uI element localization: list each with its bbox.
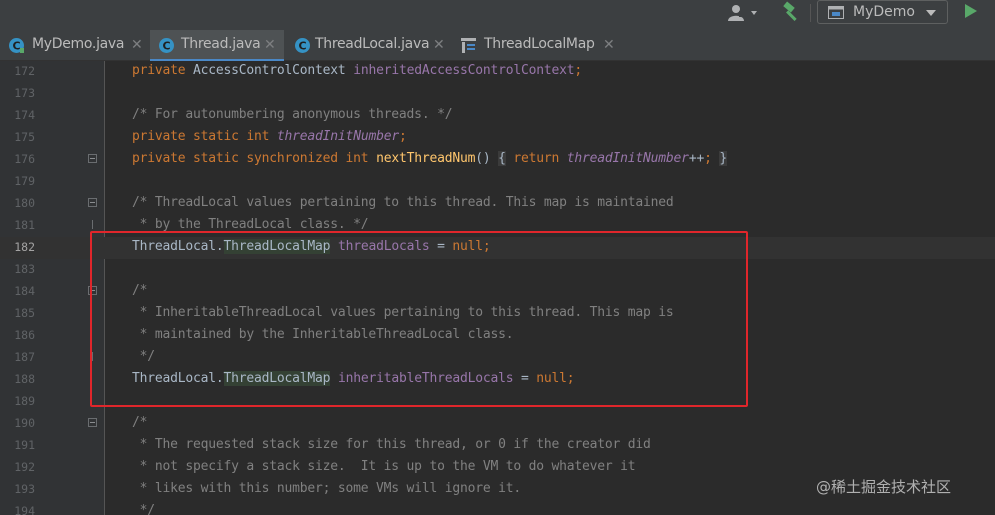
code-text: /* ThreadLocal values pertaining to this… <box>132 195 674 210</box>
run-configuration-select[interactable]: MyDemo <box>817 0 948 24</box>
tab-mydemo[interactable]: C MyDemo.java ✕ <box>0 30 148 61</box>
main-toolbar: MyDemo <box>0 0 995 30</box>
fold-toggle-icon[interactable] <box>88 418 97 427</box>
code-line: 176 private static synchronized int next… <box>0 149 995 171</box>
line-number: 184 <box>14 284 35 298</box>
user-icon[interactable] <box>727 3 761 23</box>
tab-threadlocalmap[interactable]: ThreadLocalMap ✕ <box>456 30 622 61</box>
code-text: /* <box>132 415 148 430</box>
code-line: 172 private AccessControlContext inherit… <box>0 61 995 83</box>
line-number: 190 <box>14 416 35 430</box>
svg-text:C: C <box>162 40 170 53</box>
fold-end-icon[interactable] <box>88 220 97 229</box>
code-text: private AccessControlContext inheritedAc… <box>132 63 583 78</box>
line-number: 174 <box>14 108 35 122</box>
code-editor[interactable]: 172 private AccessControlContext inherit… <box>0 61 995 515</box>
line-number: 194 <box>14 504 35 515</box>
code-text: private static synchronized int nextThre… <box>132 151 727 166</box>
java-class-icon: C <box>159 38 174 53</box>
close-icon[interactable]: ✕ <box>433 37 445 53</box>
java-class-icon: C <box>9 38 24 53</box>
tab-label: MyDemo.java <box>32 36 125 52</box>
code-text: */ <box>132 503 155 515</box>
code-line: 191 * The requested stack size for this … <box>0 435 995 457</box>
line-number: 192 <box>14 460 35 474</box>
structure-icon <box>461 38 476 53</box>
build-hammer-icon[interactable] <box>781 1 803 23</box>
code-text: * The requested stack size for this thre… <box>132 437 651 452</box>
line-number: 186 <box>14 328 35 342</box>
line-number: 176 <box>14 152 35 166</box>
line-number: 189 <box>14 394 35 408</box>
code-line: 173 <box>0 83 995 105</box>
line-number: 175 <box>14 130 35 144</box>
code-text: * by the ThreadLocal class. */ <box>132 217 369 232</box>
editor-tabs: C MyDemo.java ✕ C Thread.java ✕ C Thread… <box>0 30 995 62</box>
code-text: private static int threadInitNumber; <box>132 129 407 144</box>
svg-text:C: C <box>12 40 20 53</box>
line-number: 172 <box>14 64 35 78</box>
line-number: 182 <box>14 240 35 254</box>
chevron-down-icon <box>926 10 936 16</box>
java-class-icon: C <box>295 38 310 53</box>
code-line: 194 */ <box>0 501 995 515</box>
line-number: 183 <box>14 262 35 276</box>
code-text: * likes with this number; some VMs will … <box>132 481 522 496</box>
svg-text:C: C <box>298 40 306 53</box>
code-text: /* For autonumbering anonymous threads. … <box>132 107 453 122</box>
close-icon[interactable]: ✕ <box>264 37 276 53</box>
tab-thread[interactable]: C Thread.java ✕ <box>150 30 284 62</box>
line-number: 185 <box>14 306 35 320</box>
tab-label: ThreadLocal.java <box>315 36 430 52</box>
tab-threadlocal[interactable]: C ThreadLocal.java ✕ <box>286 30 454 61</box>
red-highlight-box <box>90 231 748 407</box>
code-line: 174 /* For autonumbering anonymous threa… <box>0 105 995 127</box>
watermark: @稀土掘金技术社区 <box>816 478 952 496</box>
fold-toggle-icon[interactable] <box>88 154 97 163</box>
application-icon <box>828 6 844 19</box>
line-number: 173 <box>14 86 35 100</box>
line-number: 179 <box>14 174 35 188</box>
toolbar-separator <box>810 4 811 22</box>
line-number: 188 <box>14 372 35 386</box>
line-number: 191 <box>14 438 35 452</box>
code-line: 179 <box>0 171 995 193</box>
tab-label: ThreadLocalMap <box>484 36 595 52</box>
close-icon[interactable]: ✕ <box>603 37 615 53</box>
code-line: 175 private static int threadInitNumber; <box>0 127 995 149</box>
fold-toggle-icon[interactable] <box>88 198 97 207</box>
code-text: * not specify a stack size. It is up to … <box>132 459 636 474</box>
close-icon[interactable]: ✕ <box>131 37 143 53</box>
line-number: 181 <box>14 218 35 232</box>
run-configuration-label: MyDemo <box>853 4 915 20</box>
line-number: 193 <box>14 482 35 496</box>
line-number: 187 <box>14 350 35 364</box>
run-icon[interactable] <box>965 4 977 18</box>
line-number: 180 <box>14 196 35 210</box>
code-line: 190 /* <box>0 413 995 435</box>
tab-label: Thread.java <box>181 36 261 52</box>
code-line: 180 /* ThreadLocal values pertaining to … <box>0 193 995 215</box>
